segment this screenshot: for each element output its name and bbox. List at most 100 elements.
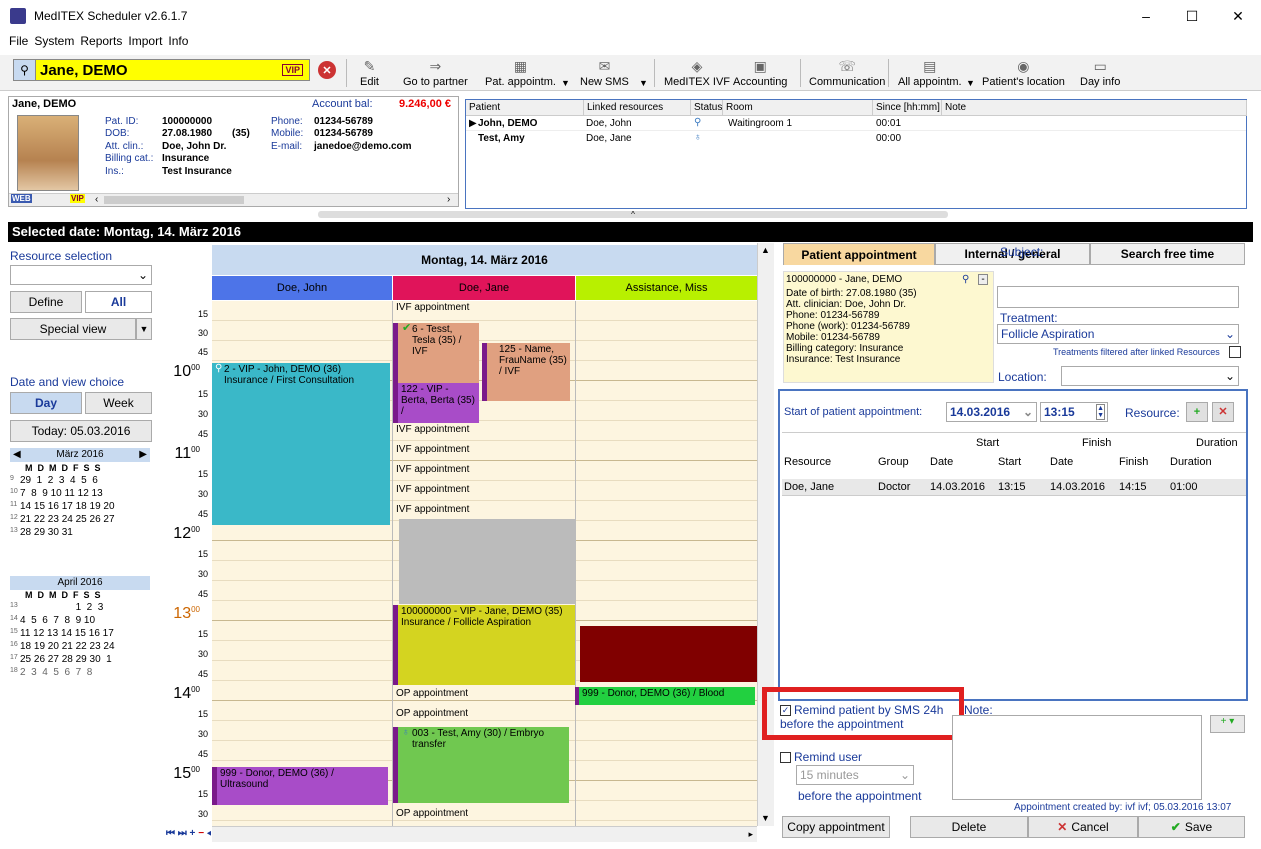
- copy-appointment-button[interactable]: Copy appointment: [782, 816, 890, 838]
- event[interactable]: OP appointment: [393, 707, 575, 723]
- event[interactable]: IVF appointment: [393, 423, 575, 439]
- calendar-week[interactable]: 18 19 20 21 22 23 24: [20, 641, 115, 652]
- column-doe-john[interactable]: Doe, John: [212, 276, 392, 300]
- scroll-left-icon[interactable]: ‹: [95, 194, 98, 205]
- today-button[interactable]: Today: 05.03.2016: [10, 420, 152, 442]
- search-icon[interactable]: ⚲: [14, 60, 36, 80]
- table-row[interactable]: ▶ John, DEMO Doe, John ⚲ Waitingroom 1 0…: [466, 117, 1246, 131]
- event[interactable]: IVF appointment: [393, 463, 575, 479]
- event[interactable]: OP appointment: [393, 687, 575, 703]
- patients-location-button[interactable]: ◉ Patient's location: [982, 55, 1065, 91]
- communication-button[interactable]: ☏ Communication: [809, 55, 885, 91]
- note-textarea[interactable]: [952, 715, 1202, 800]
- minimize-button[interactable]: –: [1123, 0, 1169, 32]
- remind-minutes-select[interactable]: 15 minutes ⌄: [796, 765, 914, 785]
- resource-select[interactable]: ⌄: [10, 265, 152, 285]
- calendar-week[interactable]: 7 8 9 10 11 12 13: [20, 488, 103, 499]
- week-button[interactable]: Week: [85, 392, 152, 414]
- pat-appointment-button[interactable]: ▦ Pat. appointm.: [485, 55, 556, 91]
- event[interactable]: 999 - Donor, DEMO (36) / Blood: [575, 687, 755, 705]
- start-time-input[interactable]: 13:15 ▲ ▼: [1040, 402, 1108, 422]
- remind-sms-checkbox[interactable]: ✓ Remind patient by SMS 24h before the ap…: [780, 703, 952, 731]
- event[interactable]: 999 - Donor, DEMO (36) / Ultrasound: [212, 767, 388, 805]
- table-row[interactable]: Doe, Jane Doctor 14.03.2016 13:15 14.03.…: [782, 479, 1246, 496]
- edit-button[interactable]: ✎ Edit: [360, 55, 379, 91]
- start-date-picker[interactable]: 14.03.2016 ⌄: [946, 402, 1037, 422]
- event[interactable]: IVF appointment: [393, 503, 575, 519]
- meditex-ivf-button[interactable]: ◈ MedITEX IVF: [664, 55, 730, 91]
- go-to-partner-button[interactable]: ⇒ Go to partner: [403, 55, 468, 91]
- menu-info[interactable]: Info: [168, 34, 188, 52]
- event[interactable]: 122 - VIP - Berta, Berta (35) /: [393, 383, 479, 423]
- menu-reports[interactable]: Reports: [80, 34, 122, 52]
- location-select[interactable]: ⌄: [1061, 366, 1239, 386]
- menu-system[interactable]: System: [34, 34, 74, 52]
- save-button[interactable]: ✔ Save: [1138, 816, 1245, 838]
- scroll-right-icon[interactable]: ›: [447, 194, 450, 205]
- delete-button[interactable]: Delete: [910, 816, 1028, 838]
- column-assistance-miss[interactable]: Assistance, Miss: [576, 276, 757, 300]
- special-view-dropdown[interactable]: ▼: [136, 318, 152, 340]
- event[interactable]: IVF appointment: [393, 483, 575, 499]
- all-button[interactable]: All: [85, 291, 152, 313]
- new-sms-button[interactable]: ✉ New SMS: [580, 55, 629, 91]
- col-since[interactable]: Since [hh:mm]: [873, 100, 942, 116]
- patient-info-scrollbar[interactable]: WEB VIP ‹ ›: [9, 193, 458, 206]
- col-room[interactable]: Room: [723, 100, 873, 116]
- day-button[interactable]: Day: [10, 392, 82, 414]
- event[interactable]: ⚲ 2 - VIP - John, DEMO (36) Insurance / F…: [212, 363, 390, 525]
- all-appointments-dropdown[interactable]: ▼: [966, 55, 975, 91]
- add-resource-icon[interactable]: +: [1186, 402, 1208, 422]
- special-view-button[interactable]: Special view: [10, 318, 136, 340]
- tab-patient-appointment[interactable]: Patient appointment: [783, 243, 935, 265]
- subject-input[interactable]: [997, 286, 1239, 308]
- event[interactable]: OP appointment: [393, 807, 575, 823]
- col-status[interactable]: Status: [691, 100, 723, 116]
- event[interactable]: ♁ 003 - Test, Amy (30) / Embryo transfer: [393, 727, 569, 803]
- cancel-button[interactable]: ✕ Cancel: [1028, 816, 1138, 838]
- accounting-button[interactable]: ▣ Accounting: [733, 55, 787, 91]
- event[interactable]: IVF appointment: [393, 443, 575, 459]
- calendar-week[interactable]: 25 26 27 28 29 30 1: [20, 654, 112, 665]
- new-sms-dropdown[interactable]: ▼: [639, 55, 648, 91]
- remove-resource-icon[interactable]: ✕: [1212, 402, 1234, 422]
- calendar-week[interactable]: 2 3 4 5 6 7 8: [20, 667, 92, 678]
- calendar-week[interactable]: 1 2 3: [20, 602, 104, 613]
- calendar-week[interactable]: 21 22 23 24 25 26 27: [20, 514, 115, 525]
- navigator-controls[interactable]: ⏮ ⏭ + − ◂: [166, 828, 211, 839]
- calendar-week[interactable]: 4 5 6 7 8 9 10: [20, 615, 95, 626]
- all-appointments-button[interactable]: ▤ All appointm.: [898, 55, 962, 91]
- maximize-button[interactable]: ☐: [1169, 0, 1215, 32]
- col-patient[interactable]: Patient: [466, 100, 584, 116]
- prev-month-icon[interactable]: ◀: [13, 448, 21, 462]
- search-patient-icon[interactable]: ⚲: [962, 274, 969, 285]
- calendar-week[interactable]: 14 15 16 17 18 19 20: [20, 501, 115, 512]
- collapse-icon[interactable]: -: [978, 274, 988, 285]
- col-note[interactable]: Note: [942, 100, 1247, 116]
- day-info-button[interactable]: ▭ Day info: [1080, 55, 1120, 91]
- filter-checkbox[interactable]: [1229, 346, 1241, 358]
- col-linked-resources[interactable]: Linked resources: [584, 100, 691, 116]
- scroll-thumb[interactable]: [104, 196, 244, 204]
- column-doe-jane[interactable]: Doe, Jane: [393, 276, 575, 300]
- splitter-handle[interactable]: ^: [318, 211, 948, 219]
- tab-search-free-time[interactable]: Search free time: [1090, 243, 1245, 265]
- note-add-icon[interactable]: + ▾: [1210, 715, 1245, 733]
- selected-appointment[interactable]: 100000000 - VIP - Jane, DEMO (35) Insura…: [393, 605, 575, 685]
- close-button[interactable]: ✕: [1215, 0, 1261, 32]
- pat-appointment-dropdown[interactable]: ▼: [561, 55, 570, 91]
- event[interactable]: 125 - Name, FrauName (35) / IVF: [482, 343, 570, 401]
- schedule-hscrollbar[interactable]: ▸: [212, 826, 757, 842]
- table-row[interactable]: Test, Amy Doe, Jane ♁ 00:00: [466, 132, 1246, 146]
- event[interactable]: IVF appointment: [393, 301, 575, 317]
- define-button[interactable]: Define: [10, 291, 82, 313]
- event[interactable]: ✔ 6 - Tesst, Tesla (35) / IVF: [393, 323, 479, 383]
- clear-patient-icon[interactable]: ✕: [318, 61, 336, 79]
- menu-file[interactable]: File: [9, 34, 28, 52]
- patient-search-box[interactable]: ⚲ Jane, DEMO VIP: [13, 59, 310, 81]
- remind-user-checkbox[interactable]: Remind user: [780, 750, 862, 764]
- calendar-week[interactable]: 28 29 30 31: [20, 527, 73, 538]
- menu-import[interactable]: Import: [128, 34, 162, 52]
- next-month-icon[interactable]: ▶: [139, 448, 147, 462]
- calendar-week[interactable]: 29 1 2 3 4 5 6: [20, 475, 98, 486]
